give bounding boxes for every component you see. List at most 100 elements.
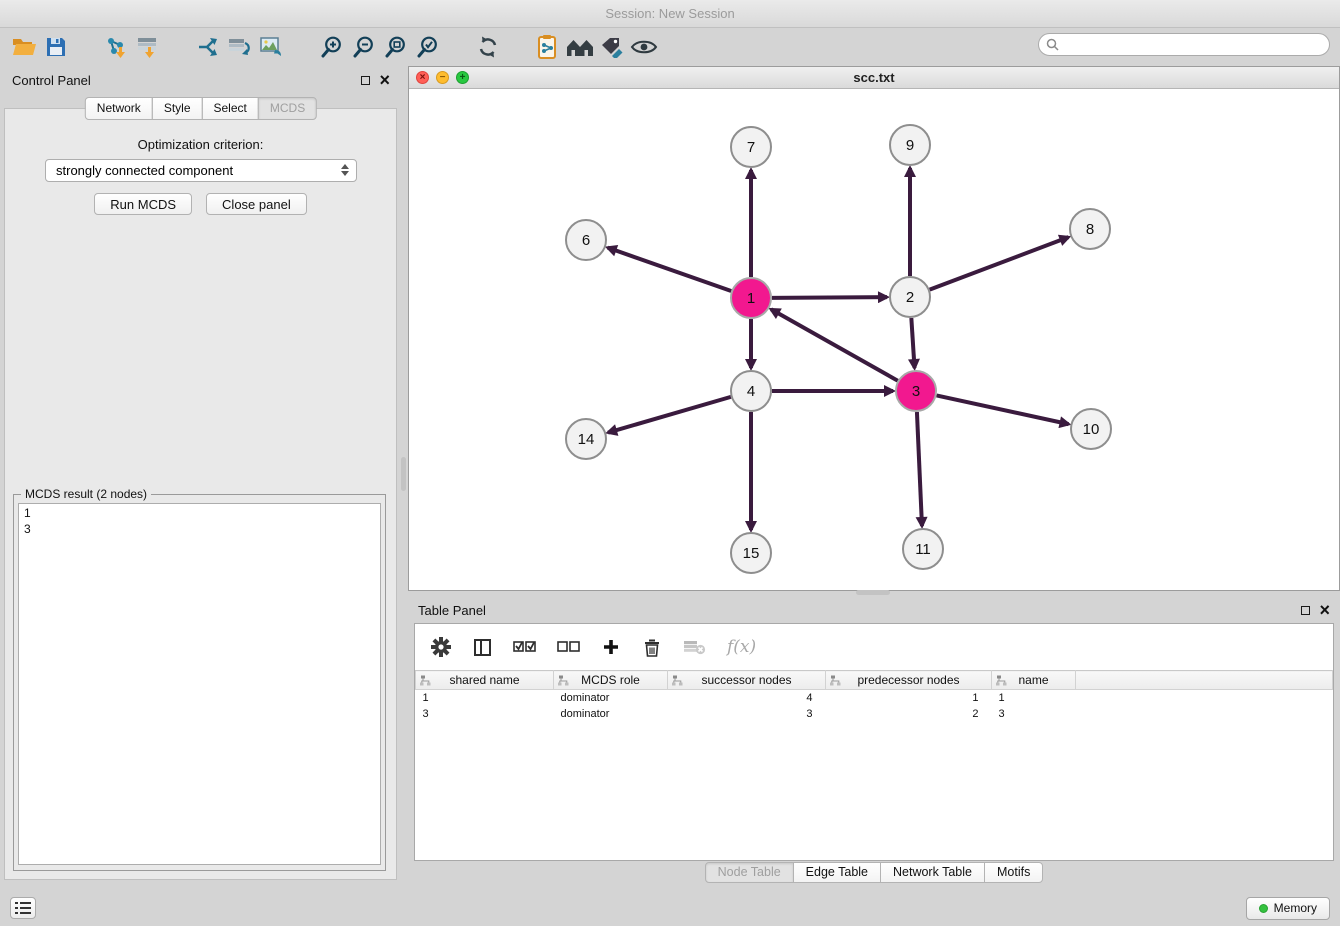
select-all-icon[interactable] [513, 640, 536, 654]
copy-style-icon[interactable] [532, 32, 564, 62]
close-window-icon[interactable]: × [416, 71, 429, 84]
column-header-filler [1076, 671, 1333, 690]
search-icon [1046, 38, 1059, 56]
table-row[interactable]: 3dominator323 [416, 706, 1333, 722]
cell-name[interactable]: 3 [992, 706, 1076, 722]
cell-successor_nodes[interactable]: 3 [668, 706, 826, 722]
float-table-panel-icon[interactable] [1301, 606, 1310, 615]
save-session-icon[interactable] [40, 32, 72, 62]
mcds-result-group: MCDS result (2 nodes) 1 3 [13, 494, 386, 871]
edge-3-11[interactable] [917, 412, 922, 526]
annotation-icon[interactable] [596, 32, 628, 62]
show-column-icon[interactable] [472, 639, 492, 656]
cell-name[interactable]: 1 [992, 690, 1076, 706]
tab-select[interactable]: Select [202, 97, 259, 120]
zoom-fit-icon[interactable] [380, 32, 412, 62]
mcds-result-text[interactable]: 1 3 [18, 503, 381, 865]
node-1[interactable]: 1 [731, 278, 771, 318]
toolbar-group-zoom [316, 32, 444, 62]
network-from-table-icon[interactable] [224, 32, 256, 62]
table-row[interactable]: 1dominator411 [416, 690, 1333, 706]
node-label: 1 [747, 290, 755, 307]
minimize-window-icon[interactable]: − [436, 71, 449, 84]
cell-successor_nodes[interactable]: 4 [668, 690, 826, 706]
add-row-plus-icon[interactable] [601, 638, 621, 656]
float-panel-icon[interactable] [361, 76, 370, 85]
column-sort-icon [830, 675, 841, 689]
status-list-icon[interactable] [10, 897, 36, 919]
maximize-window-icon[interactable]: + [456, 71, 469, 84]
node-table: shared nameMCDS rolesuccessor nodesprede… [415, 670, 1333, 722]
zoom-out-icon[interactable] [348, 32, 380, 62]
cell-mcds_role[interactable]: dominator [554, 690, 668, 706]
node-4[interactable]: 4 [731, 371, 771, 411]
cell-mcds_role[interactable]: dominator [554, 706, 668, 722]
control-panel-header: Control Panel × [0, 66, 402, 94]
node-6[interactable]: 6 [566, 220, 606, 260]
close-panel-button[interactable]: Close panel [206, 193, 307, 215]
network-canvas[interactable]: 7 9 6 8 1 2 4 3 14 10 15 11 [409, 89, 1339, 590]
node-9[interactable]: 9 [890, 125, 930, 165]
import-network-file-icon[interactable] [100, 32, 132, 62]
deselect-all-icon[interactable] [557, 640, 580, 654]
cell-predecessor_nodes[interactable]: 1 [826, 690, 992, 706]
vertical-splitter-handle[interactable] [401, 457, 406, 491]
criterion-dropdown[interactable]: strongly connected component [45, 159, 357, 182]
node-11[interactable]: 11 [903, 529, 943, 569]
search-input[interactable] [1038, 33, 1330, 56]
cell-predecessor_nodes[interactable]: 2 [826, 706, 992, 722]
tab-motifs[interactable]: Motifs [984, 862, 1043, 883]
node-table-container: f(x) shared nameMCDS rolesuccessor nodes… [414, 623, 1334, 861]
open-file-icon[interactable] [8, 32, 40, 62]
tab-node-table[interactable]: Node Table [705, 862, 794, 883]
tab-network-table[interactable]: Network Table [880, 862, 985, 883]
node-14[interactable]: 14 [566, 419, 606, 459]
first-neighbors-icon[interactable] [564, 32, 596, 62]
tab-style[interactable]: Style [152, 97, 203, 120]
run-mcds-button[interactable]: Run MCDS [94, 193, 192, 215]
tab-edge-table[interactable]: Edge Table [793, 862, 881, 883]
cell-shared_name[interactable]: 3 [416, 706, 554, 722]
clone-network-icon[interactable] [192, 32, 224, 62]
column-header-shared_name[interactable]: shared name [416, 671, 554, 690]
tab-mcds[interactable]: MCDS [258, 97, 317, 120]
node-8[interactable]: 8 [1070, 209, 1110, 249]
import-table-file-icon[interactable] [132, 32, 164, 62]
node-15[interactable]: 15 [731, 533, 771, 573]
edge-1-2[interactable] [772, 297, 887, 298]
tab-network[interactable]: Network [85, 97, 153, 120]
zoom-in-icon[interactable] [316, 32, 348, 62]
column-header-mcds_role[interactable]: MCDS role [554, 671, 668, 690]
node-3[interactable]: 3 [896, 371, 936, 411]
export-image-icon[interactable] [256, 32, 288, 62]
criterion-dropdown-value: strongly connected component [56, 163, 233, 178]
column-header-name[interactable]: name [992, 671, 1076, 690]
column-header-predecessor_nodes[interactable]: predecessor nodes [826, 671, 992, 690]
edge-3-10[interactable] [937, 395, 1069, 424]
close-panel-icon[interactable]: × [379, 73, 390, 87]
node-10[interactable]: 10 [1071, 409, 1111, 449]
edge-1-6[interactable] [608, 248, 731, 291]
edge-2-3[interactable] [911, 318, 914, 368]
edge-4-14[interactable] [608, 397, 731, 433]
delete-row-trash-icon[interactable] [642, 638, 662, 657]
node-label: 4 [747, 383, 755, 400]
column-header-successor_nodes[interactable]: successor nodes [668, 671, 826, 690]
edge-2-8[interactable] [930, 237, 1069, 289]
network-window-titlebar[interactable]: × − + scc.txt [409, 67, 1339, 89]
refresh-icon[interactable] [472, 32, 504, 62]
memory-button[interactable]: Memory [1246, 897, 1330, 920]
cell-shared_name[interactable]: 1 [416, 690, 554, 706]
function-builder-fx-icon[interactable]: f(x) [727, 637, 756, 657]
close-table-panel-icon[interactable]: × [1319, 603, 1330, 617]
table-settings-gear-icon[interactable] [431, 637, 451, 657]
edge-3-1[interactable] [771, 309, 898, 380]
column-sort-icon [420, 675, 431, 689]
show-hide-details-eye-icon[interactable] [628, 32, 660, 62]
zoom-selected-icon[interactable] [412, 32, 444, 62]
node-2[interactable]: 2 [890, 277, 930, 317]
node-7[interactable]: 7 [731, 127, 771, 167]
horizontal-splitter-handle[interactable] [856, 590, 890, 595]
column-sort-icon [996, 675, 1007, 689]
delete-table-icon[interactable] [683, 639, 706, 655]
